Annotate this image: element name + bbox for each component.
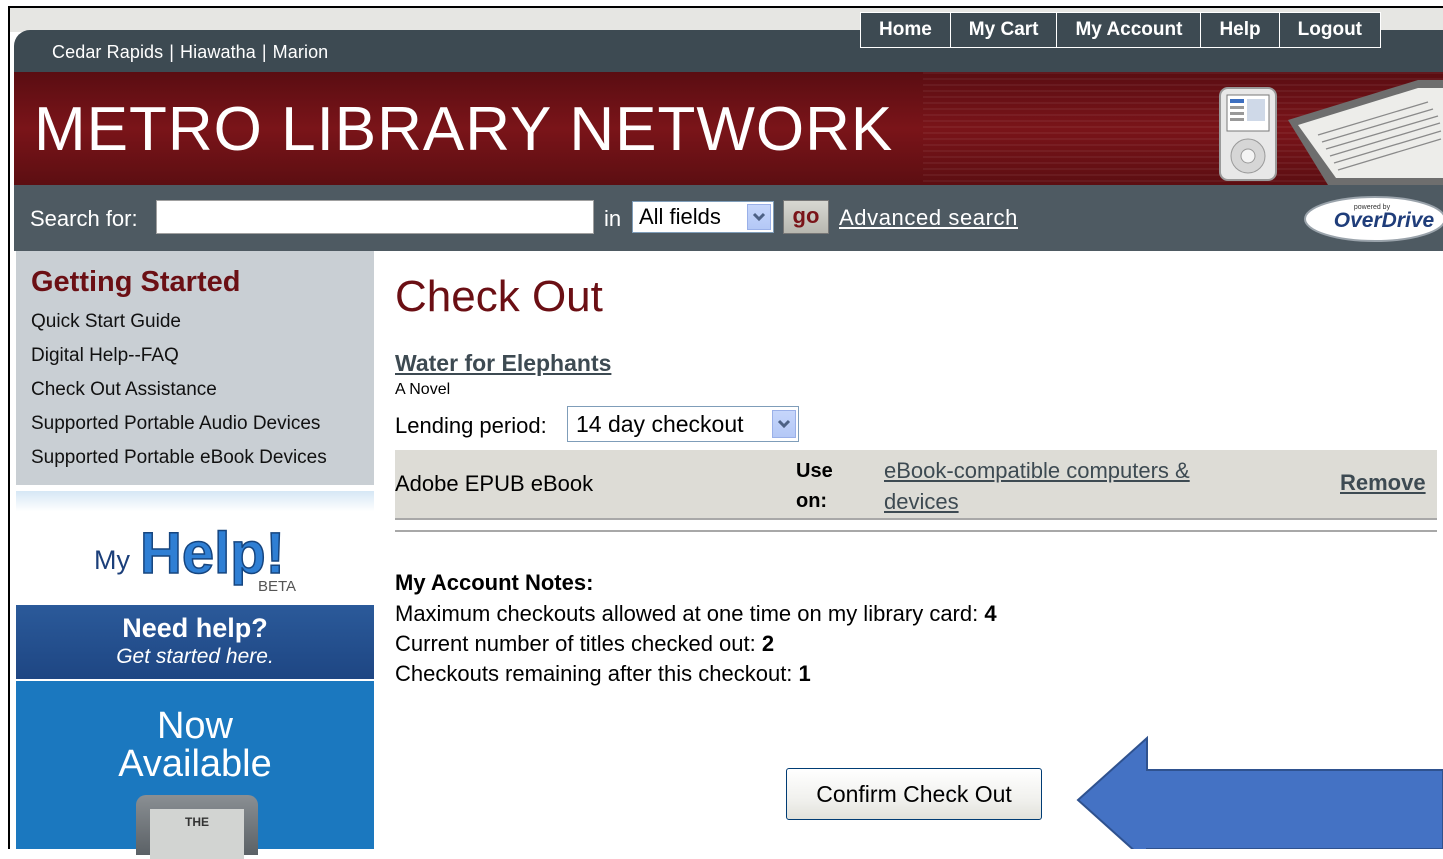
note-max-checkouts: Maximum checkouts allowed at one time on… <box>395 601 997 627</box>
site-title: METRO LIBRARY NETWORK <box>34 95 894 164</box>
need-help-title: Need help? <box>122 613 268 643</box>
book-subtitle: A Novel <box>395 381 451 398</box>
remove-link[interactable]: Remove <box>1340 470 1426 496</box>
note-remaining-value: 1 <box>798 661 811 686</box>
note-max-label: Maximum checkouts allowed at one time on… <box>395 601 979 626</box>
overdrive-logo-text: OverDrive <box>1334 209 1435 232</box>
search-input[interactable] <box>156 200 594 234</box>
note-current-label: Current number of titles checked out: <box>395 631 756 656</box>
myhelp-logo: My Help! BETA <box>94 520 296 595</box>
library-links: Cedar Rapids | Hiawatha | Marion <box>52 42 328 63</box>
nav-help-button[interactable]: Help <box>1201 12 1280 48</box>
note-remaining-label: Checkouts remaining after this checkout: <box>395 661 793 686</box>
compatible-devices-line-2: devices <box>884 489 959 514</box>
note-current-value: 2 <box>761 631 775 656</box>
getting-started-heading: Getting Started <box>31 266 241 298</box>
lending-period-select[interactable]: 14 day checkout <box>567 406 799 442</box>
need-help-subtitle: Get started here. <box>116 645 274 668</box>
library-separator: | <box>169 42 175 62</box>
compatible-devices-link[interactable]: eBook-compatible computers & devices <box>884 455 1244 517</box>
use-on-label: Use on: <box>796 456 846 516</box>
page-title: Check Out <box>395 272 603 321</box>
confirm-checkout-button[interactable]: Confirm Check Out <box>786 768 1042 820</box>
now-available-line-2: Available <box>118 743 272 785</box>
top-nav: Home My Cart My Account Help Logout <box>860 12 1381 48</box>
library-link-hiawatha[interactable]: Hiawatha <box>180 42 256 62</box>
myhelp-help-text: Help! <box>140 521 285 586</box>
search-field-value: All fields <box>639 204 721 229</box>
sidebar-link-audio-devices[interactable]: Supported Portable Audio Devices <box>31 413 320 435</box>
sidebar-link-ebook-devices[interactable]: Supported Portable eBook Devices <box>31 447 327 469</box>
sidebar-link-faq[interactable]: Digital Help--FAQ <box>31 345 179 367</box>
lending-period-value: 14 day checkout <box>576 411 744 437</box>
nav-my-account-button[interactable]: My Account <box>1057 12 1202 48</box>
compatible-devices-line-1: eBook-compatible computers & <box>884 458 1190 483</box>
search-label: Search for: <box>30 206 138 231</box>
use-on-label-line-1: Use <box>796 460 833 482</box>
lending-period-label: Lending period: <box>395 413 547 438</box>
ereader-screen-text: THE <box>150 809 244 859</box>
format-name: Adobe EPUB eBook <box>395 471 594 496</box>
overdrive-logo[interactable]: powered by OverDrive <box>1300 194 1443 244</box>
site-banner: METRO LIBRARY NETWORK <box>14 72 1443 185</box>
note-current-checkouts: Current number of titles checked out: 2 <box>395 631 774 657</box>
library-separator: | <box>261 42 267 62</box>
ipod-ereader-image-icon <box>1219 80 1443 185</box>
nav-logout-button[interactable]: Logout <box>1279 12 1381 48</box>
pointing-arrow-icon <box>1076 735 1443 849</box>
nav-my-cart-button[interactable]: My Cart <box>950 12 1058 48</box>
use-on-label-line-2: on: <box>796 490 828 512</box>
book-title-link[interactable]: Water for Elephants <box>395 350 611 377</box>
note-remaining-checkouts: Checkouts remaining after this checkout:… <box>395 661 811 687</box>
need-help-banner[interactable]: Need help? Get started here. <box>16 605 374 679</box>
nav-home-button[interactable]: Home <box>860 12 951 48</box>
chevron-down-icon[interactable] <box>747 204 771 230</box>
page: Cedar Rapids | Hiawatha | Marion Home My Car… <box>0 0 1443 859</box>
note-max-value: 4 <box>984 601 997 626</box>
now-available-banner[interactable]: Now Available THE <box>16 681 374 859</box>
myhelp-my-text: My <box>94 545 130 575</box>
sidebar-link-quick-start[interactable]: Quick Start Guide <box>31 311 181 333</box>
sidebar-link-checkout-assistance[interactable]: Check Out Assistance <box>31 379 217 401</box>
myhelp-banner[interactable]: My Help! BETA <box>16 491 374 605</box>
search-field-select[interactable]: All fields <box>632 201 774 233</box>
divider <box>395 530 1437 532</box>
now-available-line-1: Now <box>156 705 234 747</box>
advanced-search-link[interactable]: Advanced search <box>839 205 1018 231</box>
library-link-cedar-rapids[interactable]: Cedar Rapids <box>52 42 163 62</box>
search-in-label: in <box>604 206 622 231</box>
library-link-marion[interactable]: Marion <box>273 42 329 62</box>
ereader-device-icon: THE <box>136 795 258 859</box>
go-button[interactable]: go <box>783 200 829 234</box>
chevron-down-icon[interactable] <box>772 410 796 438</box>
account-notes-heading: My Account Notes: <box>395 570 594 595</box>
myhelp-beta-text: BETA <box>258 578 296 595</box>
